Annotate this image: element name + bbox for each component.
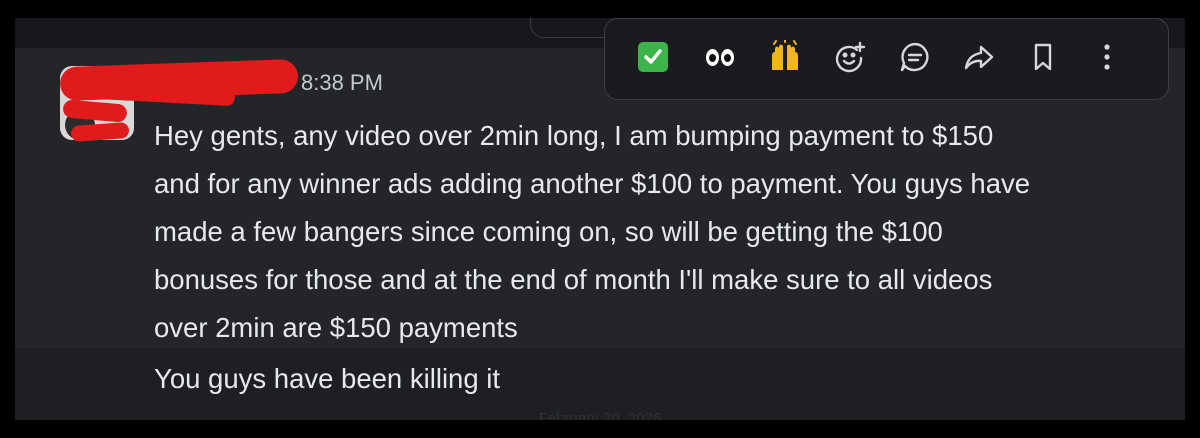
add-reaction-icon	[835, 41, 866, 73]
date-divider: February 20, 2026	[538, 410, 662, 420]
eyes-emoji-icon	[706, 48, 734, 66]
react-eyes-button[interactable]	[700, 37, 740, 77]
reply-in-thread-button[interactable]	[895, 37, 935, 77]
bookmark-icon	[1034, 43, 1052, 71]
chat-panel: 8:38 PM Hey gents, any video over 2min l…	[15, 18, 1185, 420]
raised-hands-emoji-icon	[772, 40, 798, 70]
followup-message-text: You guys have been killing it	[154, 363, 501, 394]
save-for-later-button[interactable]	[1023, 37, 1063, 77]
forward-button[interactable]	[959, 37, 999, 77]
add-reaction-button[interactable]	[830, 37, 870, 77]
message-line: over 2min are $150 payments	[154, 312, 518, 343]
forward-icon	[964, 45, 994, 70]
reply-in-thread-icon	[900, 42, 929, 72]
message-line: and for any winner ads adding another $1…	[154, 168, 1031, 199]
check-mark-emoji-icon	[638, 42, 668, 72]
message-actions-toolbar	[604, 18, 1169, 100]
react-raised-hands-button[interactable]	[765, 37, 805, 77]
more-actions-button[interactable]	[1087, 37, 1127, 77]
message-line: made a few bangers since coming on, so w…	[154, 216, 943, 247]
message-line: Hey gents, any video over 2min long, I a…	[154, 120, 994, 151]
message-body: Hey gents, any video over 2min long, I a…	[154, 112, 1164, 352]
more-actions-icon	[1104, 44, 1110, 70]
message-timestamp[interactable]: 8:38 PM	[301, 70, 383, 96]
message-line: bonuses for those and at the end of mont…	[154, 264, 993, 295]
react-check-mark-button[interactable]	[633, 37, 673, 77]
